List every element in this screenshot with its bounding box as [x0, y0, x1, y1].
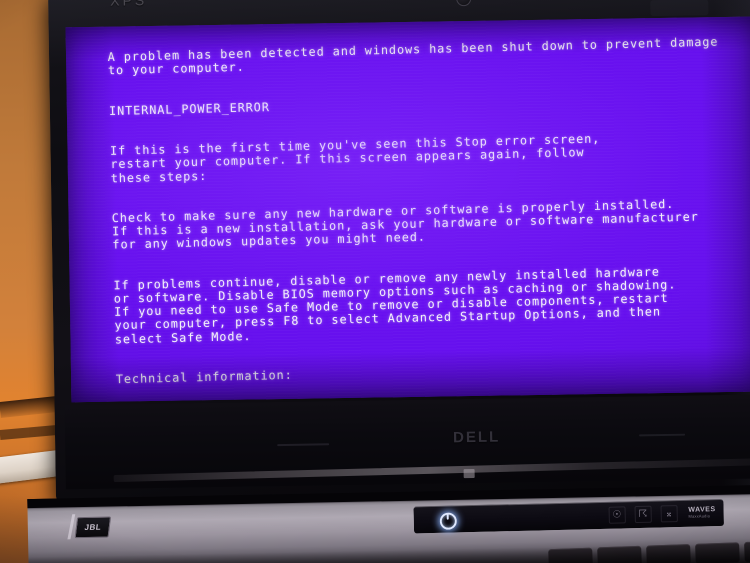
laptop-lid: XPS A problem has been detected and wind… [48, 0, 750, 504]
hinge-latch [463, 468, 475, 479]
media-control-icons: ☉ ☈ 𝄪 WAVES MaxxAudio [608, 504, 716, 524]
deck-bottom-shadow [28, 542, 750, 563]
jbl-speaker-badge: JBL [74, 516, 112, 539]
bsod-text-block: A problem has been detected and windows … [107, 19, 750, 403]
audio-icon[interactable]: 𝄪 [660, 505, 678, 523]
laptop-screen-bsod: A problem has been detected and windows … [65, 16, 750, 403]
bezel-reflection-right [650, 0, 709, 17]
power-button-icon[interactable] [439, 512, 458, 530]
waves-audio-badge: WAVES MaxxAudio [688, 506, 716, 520]
bsod-error-code: INTERNAL_POWER_ERROR [108, 99, 270, 118]
bsod-technical-heading: Technical information: [115, 367, 293, 387]
bsod-check-paragraph: Check to make sure any new hardware or s… [111, 196, 699, 253]
photograph-of-laptop-bsod: perto XPS A problem has been detected an… [0, 0, 750, 563]
wireless-icon[interactable]: ☈ [634, 505, 652, 524]
bluetooth-icon[interactable]: ☉ [608, 506, 626, 524]
bsod-first-time-paragraph: If this is the first time you've seen th… [109, 131, 601, 186]
xps-brand-logo: XPS [110, 0, 148, 9]
screen-content-area: A problem has been detected and windows … [66, 17, 750, 403]
bsod-intro-text: A problem has been detected and windows … [107, 34, 719, 78]
waves-badge-secondary: MaxxAudio [688, 512, 711, 519]
jbl-badge-label: JBL [83, 522, 102, 533]
bsod-troubleshoot-paragraph: If problems continue, disable or remove … [113, 264, 677, 347]
keyboard-deck: JBL ☉ ☈ 𝄪 WAVES MaxxAudio [27, 484, 750, 563]
dell-brand-logo: DELL [452, 428, 501, 447]
